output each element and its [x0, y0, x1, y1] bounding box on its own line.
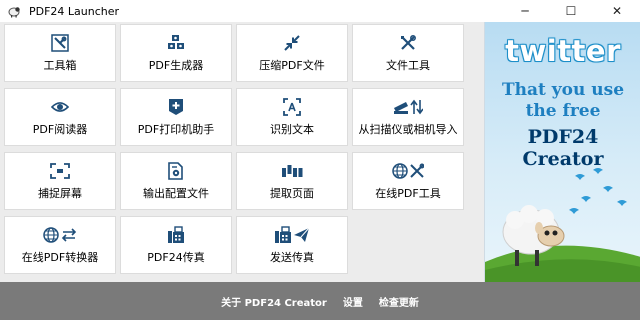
tool-fax-button[interactable]: PDF24传真	[120, 216, 232, 274]
tool-label: PDF打印机助手	[137, 122, 215, 136]
settings-link[interactable]: 设置	[343, 294, 363, 309]
tool-compress-button[interactable]: 压缩PDF文件	[236, 24, 348, 82]
compress-icon	[283, 34, 301, 52]
tool-label: 在线PDF工具	[375, 186, 441, 200]
tool-label: 在线PDF转换器	[21, 250, 99, 264]
minimize-button[interactable]: ─	[502, 0, 548, 22]
tool-send-fax-button[interactable]: 发送传真	[236, 216, 348, 274]
tool-label: 识别文本	[270, 122, 314, 136]
sheep-illustration	[485, 168, 640, 282]
file-tools-icon	[399, 34, 417, 52]
tool-file-tools-button[interactable]: 文件工具	[352, 24, 464, 82]
ad-text-line1: That you use	[501, 80, 625, 100]
tool-label: 捕捉屏幕	[38, 186, 82, 200]
ocr-icon	[283, 97, 301, 116]
extract-pages-icon	[281, 162, 303, 180]
toolbox-icon	[51, 33, 69, 52]
maximize-button[interactable]: ☐	[548, 0, 594, 22]
scanner-import-icon	[393, 98, 423, 116]
tool-scanner-import-button[interactable]: 从扫描仪或相机导入	[352, 88, 464, 146]
app-sheep-icon	[8, 7, 20, 18]
tool-printer-assistant-button[interactable]: PDF打印机助手	[120, 88, 232, 146]
bird-icons	[569, 168, 627, 214]
tool-toolbox-button[interactable]: 工具箱	[4, 24, 116, 82]
tool-pdf-creator-button[interactable]: PDF生成器	[120, 24, 232, 82]
online-converter-icon	[43, 226, 77, 244]
tool-screen-capture-button[interactable]: 捕捉屏幕	[4, 152, 116, 210]
tool-label: 输出配置文件	[143, 186, 209, 200]
send-fax-icon	[274, 225, 310, 244]
twitter-logo: twitter	[505, 34, 621, 68]
tool-label: 发送传真	[270, 250, 314, 264]
tool-online-tools-button[interactable]: 在线PDF工具	[352, 152, 464, 210]
online-tools-icon	[392, 162, 424, 180]
tool-label: 压缩PDF文件	[259, 58, 325, 72]
printer-assistant-icon	[168, 98, 184, 116]
output-profile-icon	[167, 161, 185, 180]
tool-label: 提取页面	[270, 186, 314, 200]
tool-pdf-reader-button[interactable]: PDF阅读器	[4, 88, 116, 146]
twitter-ad-banner[interactable]: twitter That you use the free PDF24 Crea…	[484, 22, 640, 282]
tool-label: PDF阅读器	[32, 122, 88, 136]
check-updates-link[interactable]: 检查更新	[379, 294, 419, 309]
tool-ocr-button[interactable]: 识别文本	[236, 88, 348, 146]
tool-output-profile-button[interactable]: 输出配置文件	[120, 152, 232, 210]
tool-label: 文件工具	[386, 58, 430, 72]
tool-extract-pages-button[interactable]: 提取页面	[236, 152, 348, 210]
screen-capture-icon	[50, 162, 70, 180]
pdf-creator-icon	[167, 34, 185, 52]
tool-online-converter-button[interactable]: 在线PDF转换器	[4, 216, 116, 274]
fax-icon	[167, 225, 185, 244]
tool-label: PDF生成器	[148, 58, 204, 72]
eye-icon	[51, 98, 69, 116]
ad-text-line2: the free	[525, 101, 601, 121]
window-title: PDF24 Launcher	[29, 4, 120, 18]
tool-label: 工具箱	[43, 58, 77, 72]
tool-label: 从扫描仪或相机导入	[358, 122, 458, 136]
about-link[interactable]: 关于 PDF24 Creator	[221, 294, 327, 309]
footer-bar: 关于 PDF24 Creator 设置 检查更新	[0, 282, 640, 320]
tool-label: PDF24传真	[147, 250, 205, 264]
close-button[interactable]: ✕	[594, 0, 640, 22]
title-bar[interactable]: PDF24 Launcher ─ ☐ ✕	[0, 0, 640, 22]
